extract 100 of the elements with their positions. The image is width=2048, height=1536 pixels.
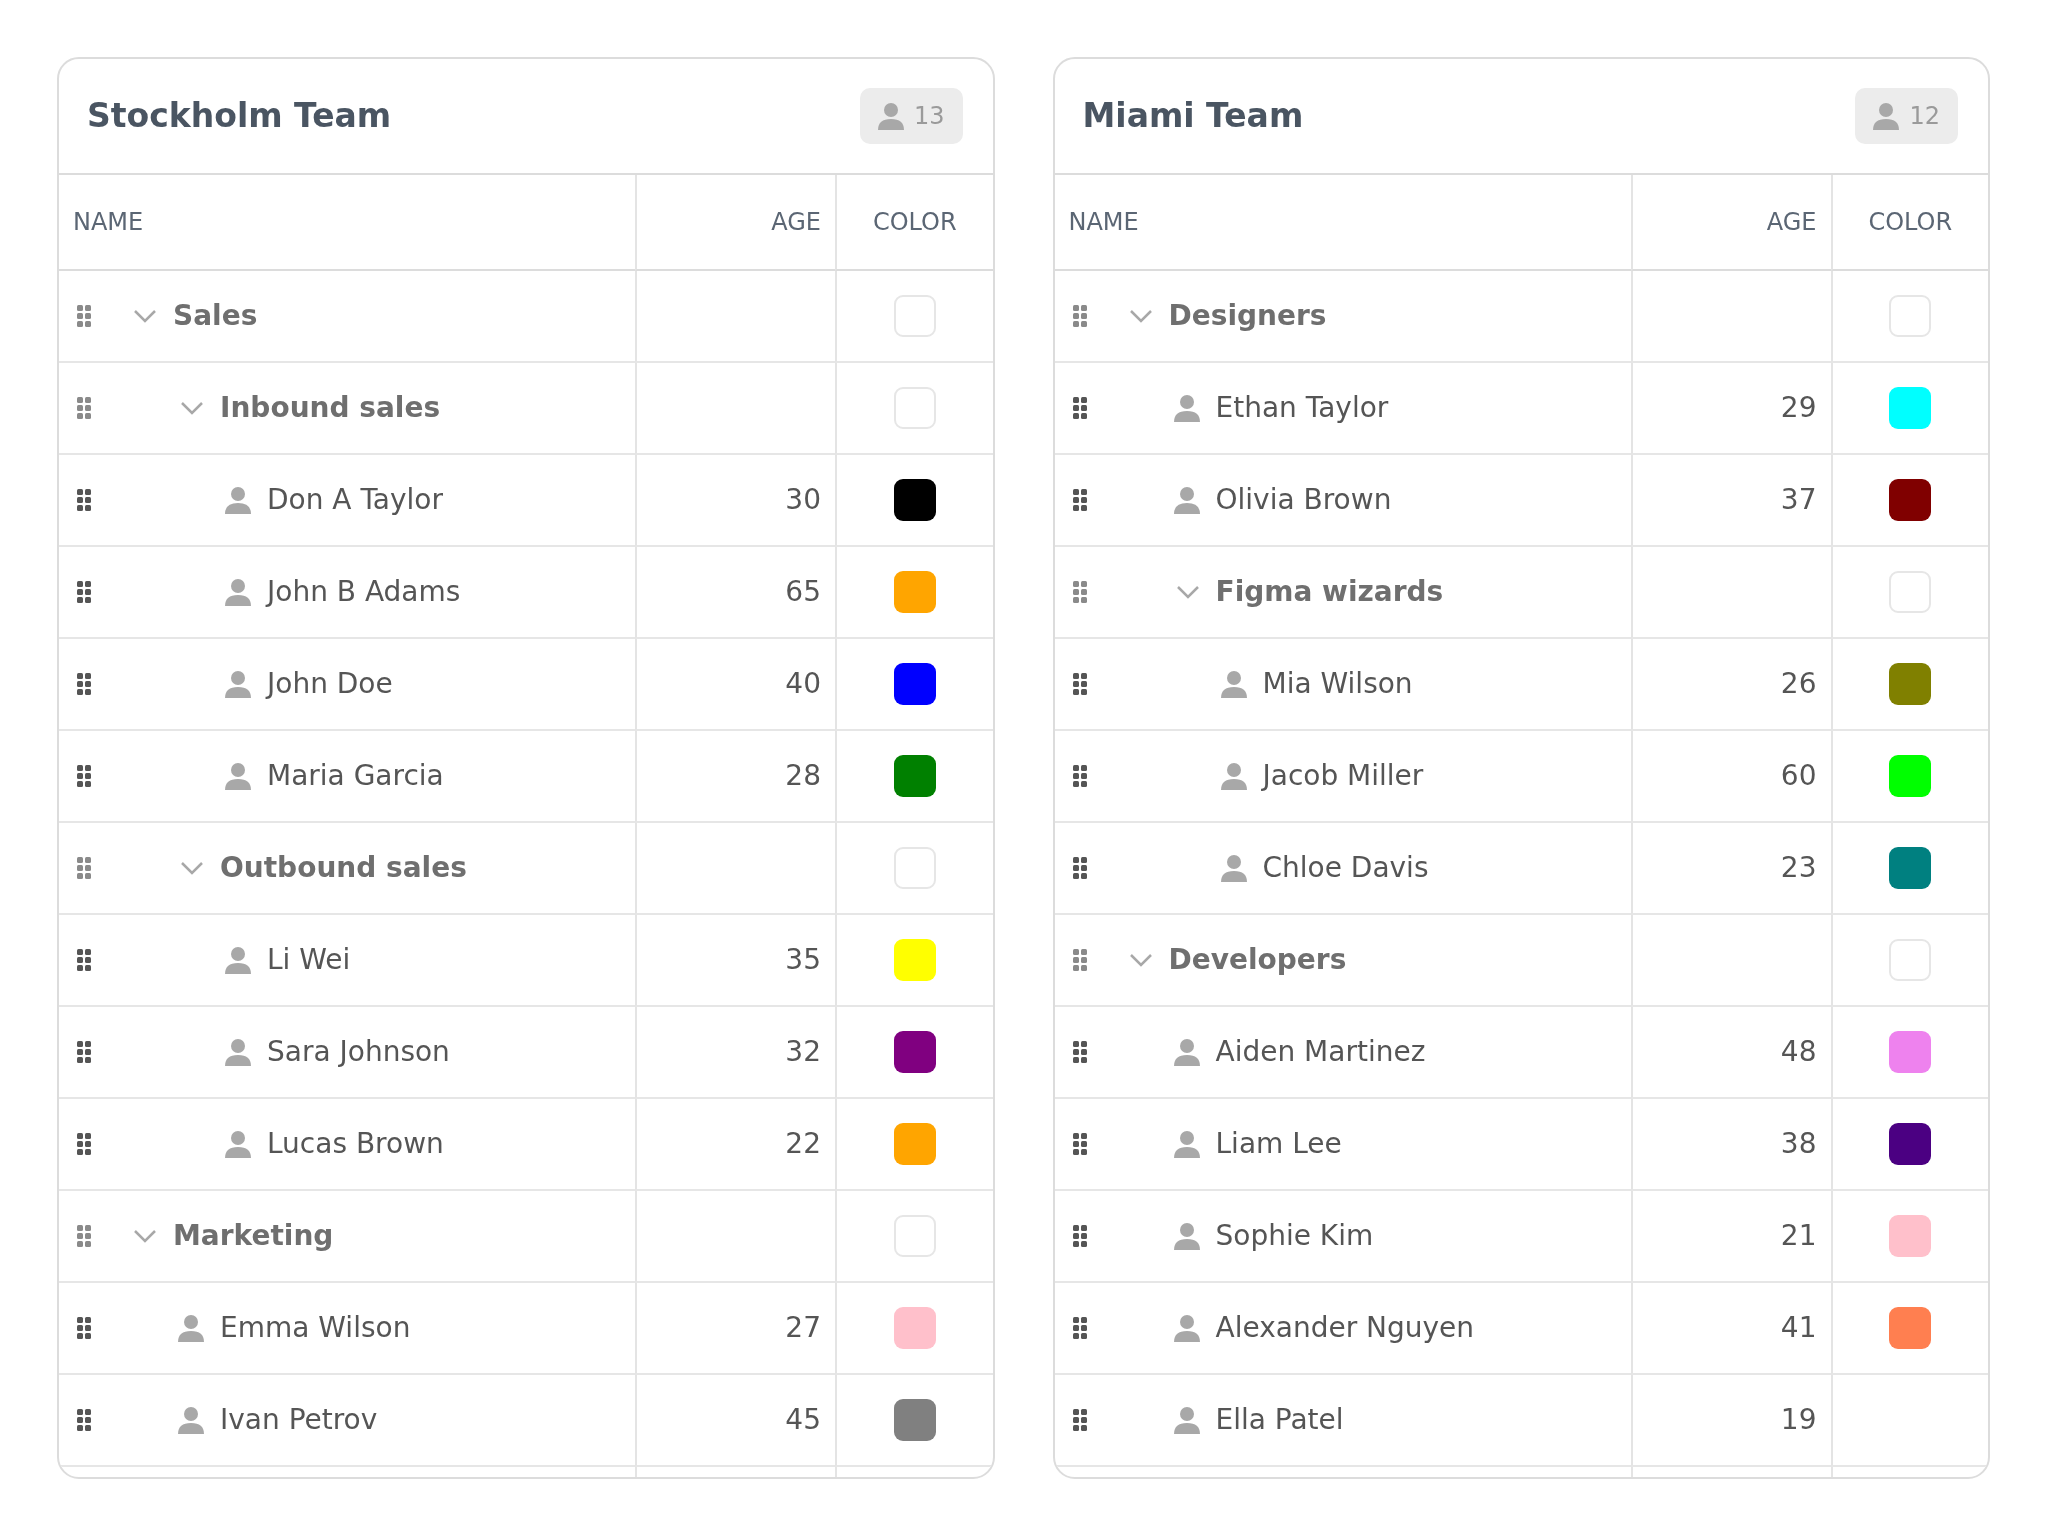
- empty-color-swatch: [1889, 295, 1932, 337]
- drag-handle-icon[interactable]: [1072, 581, 1087, 603]
- drag-handle-icon[interactable]: [77, 765, 91, 787]
- group-name: Outbound sales: [220, 850, 467, 886]
- person-name: Ethan Taylor: [1215, 390, 1389, 426]
- drag-handle-icon[interactable]: [1072, 857, 1087, 879]
- column-header: AGE: [1630, 175, 1831, 271]
- person-name: Sara Johnson: [267, 1034, 450, 1070]
- person-icon: [1173, 394, 1200, 422]
- drag-handle-icon[interactable]: [77, 949, 91, 971]
- person-name: Alexander Nguyen: [1215, 1310, 1475, 1346]
- drag-handle-icon[interactable]: [77, 397, 91, 419]
- person-name: Maria Garcia: [267, 758, 444, 794]
- person-icon: [1173, 1038, 1200, 1066]
- person-icon: [1873, 102, 1900, 130]
- member-count: 12: [1909, 101, 1940, 132]
- empty-color-swatch: [893, 847, 936, 889]
- drag-handle-icon[interactable]: [1072, 765, 1087, 787]
- drag-handle-icon[interactable]: [1072, 305, 1087, 327]
- person-icon: [1220, 762, 1247, 790]
- drag-handle-icon[interactable]: [77, 1225, 91, 1247]
- group-name: Figma wizards: [1215, 574, 1444, 610]
- drag-handle-icon[interactable]: [77, 1317, 91, 1339]
- person-icon: [1173, 1314, 1200, 1342]
- empty-color-swatch: [1889, 939, 1932, 981]
- drag-handle-icon[interactable]: [1072, 949, 1087, 971]
- column-header: AGE: [635, 175, 835, 271]
- age-value: 32: [785, 1034, 821, 1070]
- drag-handle-icon[interactable]: [77, 1409, 91, 1431]
- person-name: Ivan Petrov: [220, 1402, 378, 1438]
- person-name: Sophie Kim: [1215, 1218, 1374, 1254]
- age-value: 60: [1780, 758, 1817, 794]
- person-name: Don A Taylor: [267, 482, 443, 518]
- person-icon: [225, 1130, 251, 1158]
- drag-handle-icon[interactable]: [77, 1041, 91, 1063]
- person-name: Jacob Miller: [1262, 758, 1424, 794]
- empty-color-swatch: [1889, 571, 1932, 613]
- drag-handle-icon[interactable]: [1072, 1041, 1087, 1063]
- age-value: 22: [785, 1126, 821, 1162]
- person-icon: [225, 578, 251, 606]
- person-icon: [1173, 1130, 1200, 1158]
- person-name: Mia Wilson: [1262, 666, 1413, 702]
- person-name: Ella Patel: [1215, 1402, 1344, 1438]
- age-value: 41: [1780, 1310, 1817, 1346]
- person-icon: [877, 102, 904, 130]
- person-name: Emma Wilson: [220, 1310, 411, 1346]
- person-icon: [1173, 1222, 1200, 1250]
- group-name: Developers: [1168, 942, 1347, 978]
- person-name: Lucas Brown: [267, 1126, 444, 1162]
- drag-handle-icon[interactable]: [77, 489, 91, 511]
- person-icon: [178, 1406, 204, 1434]
- age-value: 35: [785, 942, 821, 978]
- column-header: COLOR: [835, 175, 993, 271]
- person-name: John B Adams: [267, 574, 461, 610]
- drag-handle-icon[interactable]: [77, 581, 91, 603]
- drag-handle-icon[interactable]: [1072, 489, 1087, 511]
- column-header: NAME: [1054, 175, 1631, 271]
- person-icon: [225, 486, 251, 514]
- empty-color-swatch: [893, 295, 936, 337]
- drag-handle-icon[interactable]: [1072, 1409, 1087, 1431]
- group-name: Designers: [1168, 298, 1327, 334]
- drag-handle-icon[interactable]: [1072, 1225, 1087, 1247]
- age-value: 23: [1780, 850, 1817, 886]
- age-value: 19: [1780, 1402, 1817, 1438]
- person-name: Chloe Davis: [1262, 850, 1429, 886]
- person-icon: [1220, 670, 1247, 698]
- age-value: 30: [785, 482, 821, 518]
- age-value: 28: [785, 758, 821, 794]
- drag-handle-icon[interactable]: [77, 857, 91, 879]
- age-value: 27: [785, 1310, 821, 1346]
- team-title: Stockholm Team: [87, 96, 392, 136]
- drag-handle-icon[interactable]: [1072, 397, 1087, 419]
- age-value: 37: [1780, 482, 1817, 518]
- drag-handle-icon[interactable]: [1072, 1133, 1087, 1155]
- group-name: Inbound sales: [220, 390, 441, 426]
- age-value: 26: [1780, 666, 1817, 702]
- person-icon: [225, 670, 251, 698]
- column-header: NAME: [59, 175, 635, 271]
- age-value: 38: [1780, 1126, 1817, 1162]
- team-title: Miami Team: [1082, 96, 1304, 136]
- empty-color-swatch: [893, 387, 936, 429]
- member-count: 13: [913, 101, 945, 132]
- drag-handle-icon[interactable]: [77, 305, 91, 327]
- person-icon: [1220, 854, 1247, 882]
- person-icon: [1173, 486, 1200, 514]
- person-name: Liam Lee: [1215, 1126, 1342, 1162]
- drag-handle-icon[interactable]: [77, 1133, 91, 1155]
- age-value: 65: [785, 574, 821, 610]
- person-icon: [178, 1314, 204, 1342]
- drag-handle-icon[interactable]: [1072, 1317, 1087, 1339]
- person-name: John Doe: [267, 666, 393, 702]
- age-value: 40: [785, 666, 821, 702]
- age-value: 29: [1780, 390, 1817, 426]
- age-value: 21: [1780, 1218, 1817, 1254]
- age-value: 48: [1780, 1034, 1817, 1070]
- age-value: 45: [785, 1402, 821, 1438]
- drag-handle-icon[interactable]: [77, 673, 91, 695]
- person-icon: [225, 1038, 251, 1066]
- drag-handle-icon[interactable]: [1072, 673, 1087, 695]
- person-icon: [225, 946, 251, 974]
